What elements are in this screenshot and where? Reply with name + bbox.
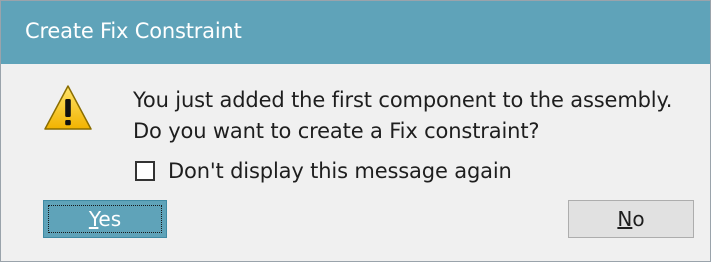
title-bar[interactable]: Create Fix Constraint [1, 1, 710, 64]
message-text: You just added the first component to th… [133, 85, 672, 147]
create-fix-constraint-dialog: Create Fix Constraint You just added the… [0, 0, 711, 262]
no-button[interactable]: No [568, 200, 694, 238]
message-line-1: You just added the first component to th… [133, 88, 673, 112]
yes-button[interactable]: Yes [43, 200, 167, 238]
dont-display-again-checkbox[interactable] [135, 161, 155, 181]
message-line-2: Do you want to create a Fix constraint? [133, 119, 540, 143]
dont-display-again-option[interactable]: Don't display this message again [135, 158, 512, 184]
no-button-label: No [617, 207, 645, 231]
dialog-title: Create Fix Constraint [25, 19, 242, 43]
dont-display-again-label: Don't display this message again [168, 159, 512, 183]
focus-indicator [48, 205, 162, 233]
warning-icon [44, 85, 92, 130]
